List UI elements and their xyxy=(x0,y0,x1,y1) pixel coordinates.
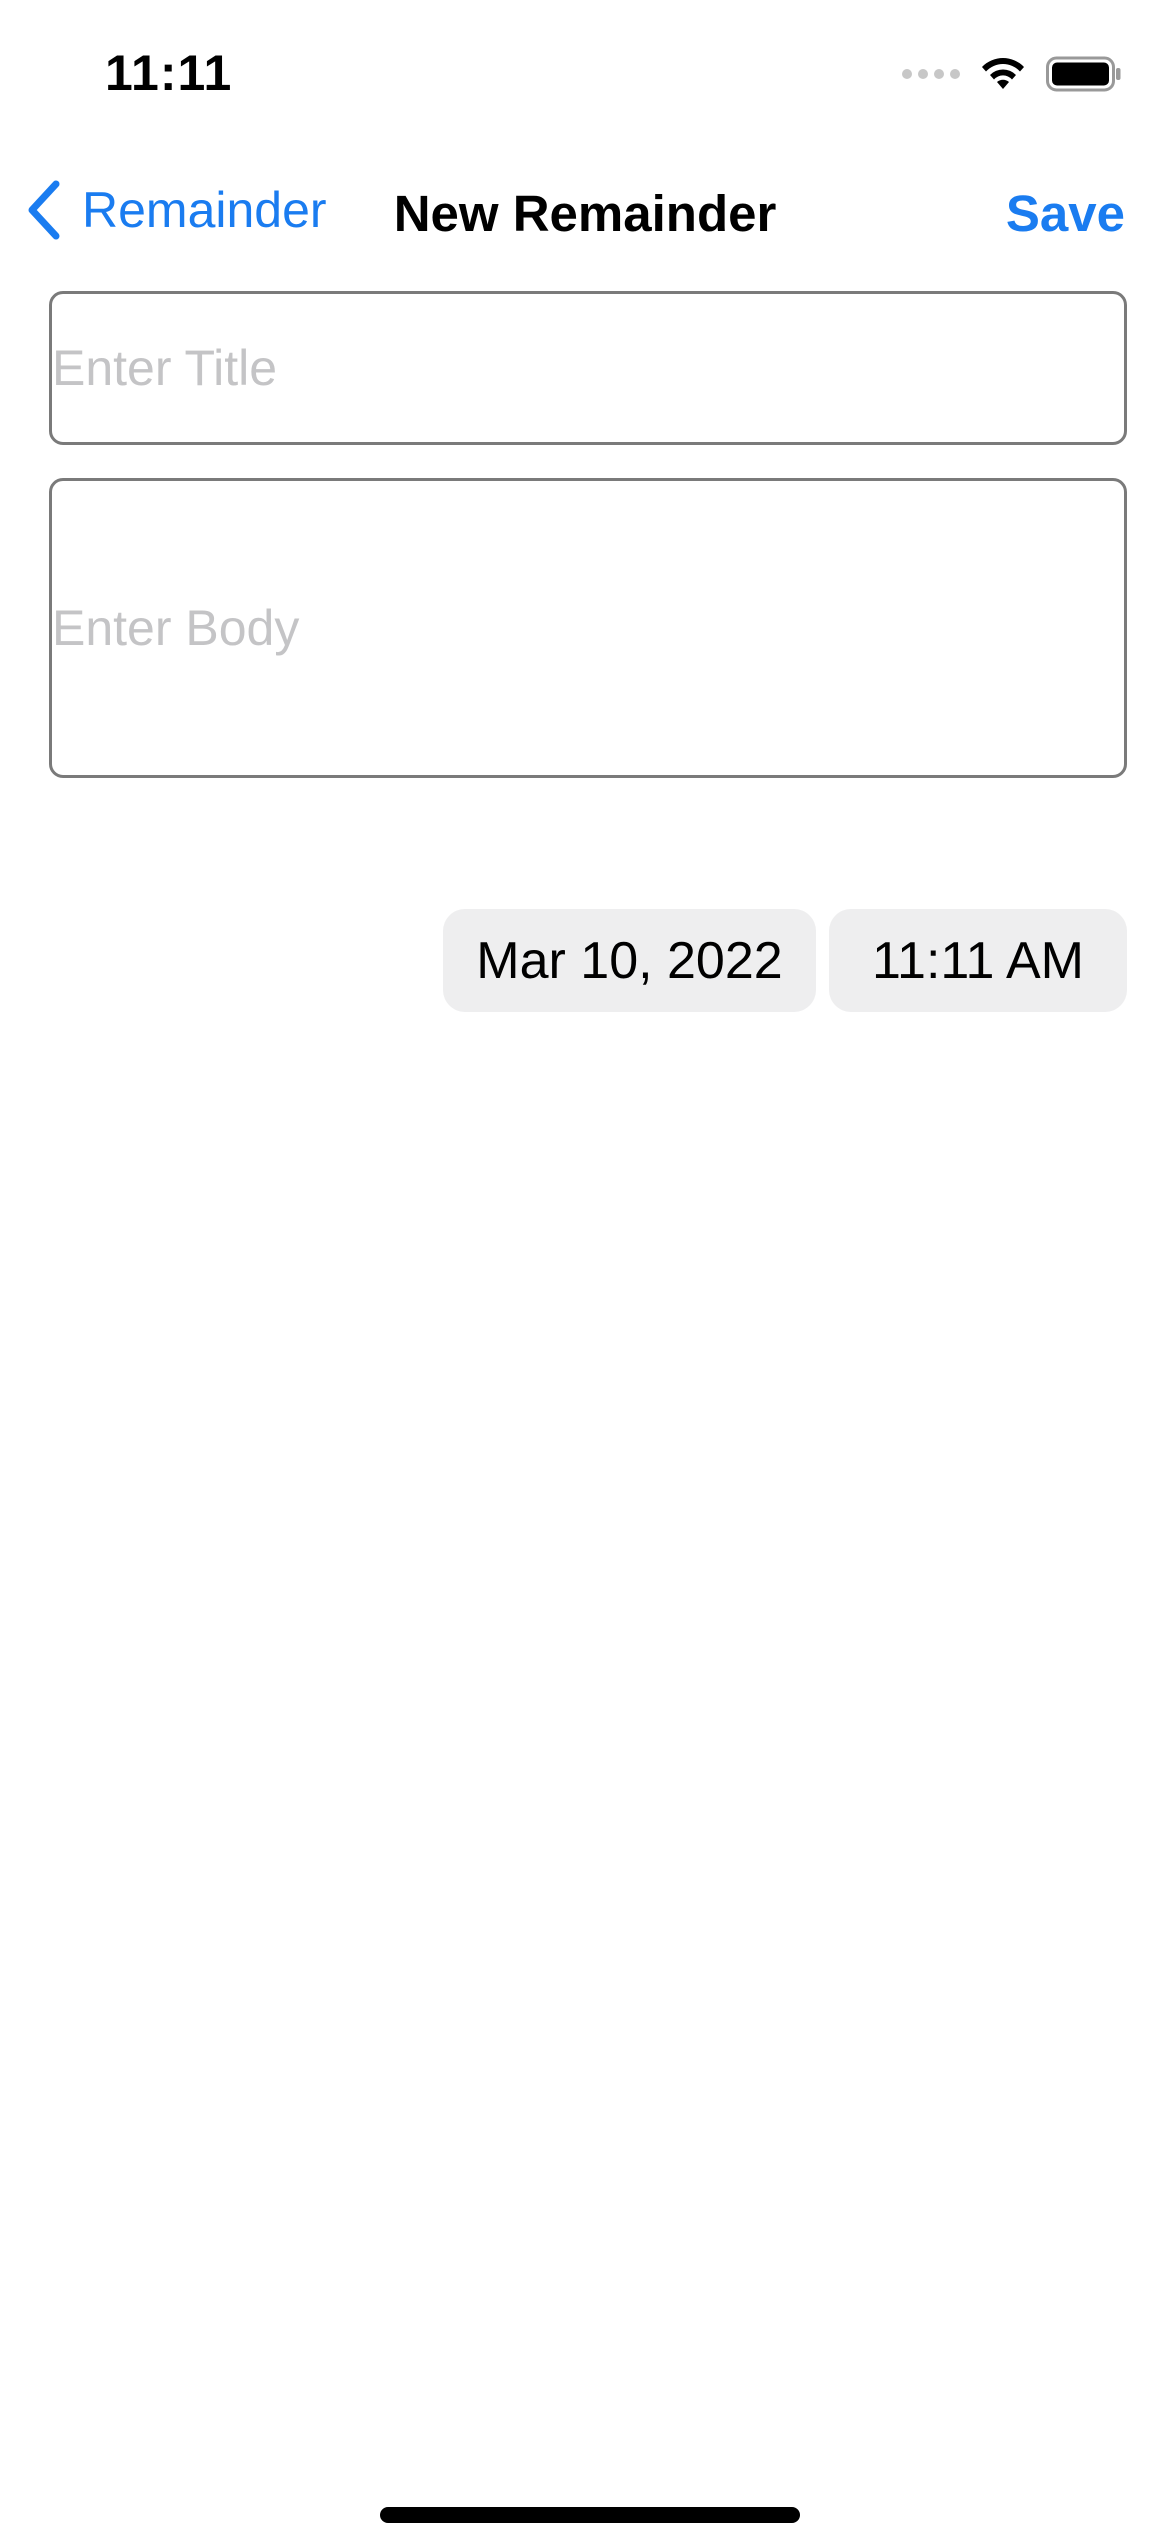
save-button[interactable]: Save xyxy=(1006,184,1125,243)
time-picker[interactable]: 11:11 AM xyxy=(829,909,1127,1012)
date-picker[interactable]: Mar 10, 2022 xyxy=(443,909,816,1012)
navigation-bar: Remainder New Remainder Save xyxy=(0,160,1170,260)
signal-dots-icon xyxy=(902,69,960,79)
page-title: New Remainder xyxy=(393,185,777,242)
status-icons xyxy=(902,52,1122,96)
status-time: 11:11 xyxy=(105,45,233,101)
body-input[interactable] xyxy=(52,599,1124,657)
battery-icon xyxy=(1046,56,1121,92)
status-bar: 11:11 xyxy=(0,0,1170,150)
wifi-icon xyxy=(982,58,1024,89)
title-input[interactable] xyxy=(52,339,1124,397)
home-indicator[interactable] xyxy=(380,2507,800,2523)
body-field[interactable] xyxy=(49,478,1127,778)
title-field[interactable] xyxy=(49,291,1127,445)
